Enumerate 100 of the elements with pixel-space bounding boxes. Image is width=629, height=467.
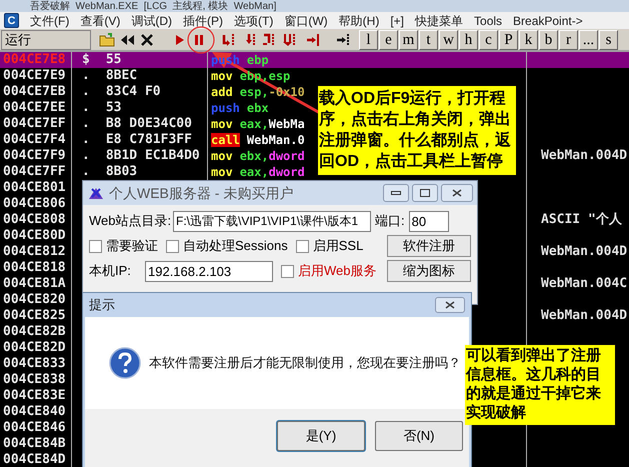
address-cell: 004CE82B (3, 324, 66, 339)
command-cell: mov eax,WebMa (211, 117, 305, 131)
window-title: 吾爱破解 WebMan.EXE [LCG 主线程, 模块 WebMan] (29, 1, 276, 12)
status-field: 运行 (1, 30, 91, 50)
hex-cell: 8BEC (106, 68, 138, 84)
address-cell: 004CE7FF (3, 164, 66, 179)
toolbar-letter-button[interactable]: P (499, 30, 518, 50)
address-cell: 004CE838 (3, 372, 66, 387)
close-button[interactable] (435, 297, 465, 313)
comment-cell: WebMan.004C (541, 276, 628, 291)
checkbox-label: 自动处理Sessions (183, 237, 288, 256)
address-cell: 004CE7F9 (3, 148, 66, 163)
toolbar-letter-button[interactable]: h (459, 30, 478, 50)
dialog-message: 本软件需要注册后才能无限制使用，您现在要注册吗？ (149, 354, 461, 372)
address-cell: 004CE820 (3, 292, 66, 307)
menu-item[interactable]: BreakPoint-> (513, 12, 583, 30)
marker-cell: . (82, 68, 90, 84)
address-cell: 004CE83E (3, 388, 66, 403)
comment-cell: WebMan.004D (541, 308, 628, 323)
minimize-icon (391, 191, 401, 195)
command-cell: mov ebx,dword (211, 149, 305, 163)
address-cell: 004CE84B (3, 436, 66, 451)
checkbox[interactable] (89, 240, 102, 252)
marker-cell: . (82, 84, 90, 100)
hex-cell: 53 (106, 100, 122, 116)
address-cell: 004CE840 (3, 404, 66, 419)
menu-item[interactable]: 帮助(H) (338, 12, 380, 30)
address-cell: 004CE808 (3, 212, 66, 227)
app-logo: C (4, 13, 19, 28)
command-cell: call WebMan.0 (211, 133, 305, 147)
menu-item[interactable]: 选项(T) (234, 12, 274, 30)
checkbox-label: 启用SSL (312, 237, 364, 256)
toolbar-letter-button[interactable]: t (419, 30, 438, 50)
comment-cell: WebMan.004D (541, 244, 628, 259)
annotation-note: 可以看到弹出了注册信息框。这几科的目的就是通过干掉它来实现破解 (465, 345, 615, 425)
checkbox[interactable] (281, 264, 294, 278)
highlight-circle (187, 26, 215, 54)
minimize-button[interactable] (383, 184, 409, 202)
annotation-note: 载入OD后F9运行，打开程序，点击右上角关闭，弹出注册弹窗。什么都别点，返回OD，点击工具栏上暂停 (318, 86, 516, 175)
toolbar-letter-button[interactable]: s (599, 30, 618, 50)
arrow-bar-icon (281, 32, 297, 48)
marker-cell: . (82, 132, 90, 148)
command-cell: mov eax,dword (211, 165, 305, 179)
folder-icon (99, 32, 115, 48)
toolbar-letter-button[interactable]: b (539, 30, 558, 50)
field-label: 端口: (375, 212, 405, 230)
menu-item[interactable]: Tools (474, 12, 502, 30)
ip-field[interactable]: 192.168.2.103 (145, 260, 273, 282)
no-button[interactable]: 否(N) (375, 421, 463, 451)
address-cell: 004CE7E9 (3, 68, 66, 83)
toolbar-letter-button[interactable]: e (379, 30, 398, 50)
marker-cell: . (82, 148, 90, 164)
menu-item[interactable]: [+] (390, 12, 404, 30)
yes-button[interactable]: 是(Y) (277, 421, 365, 451)
checkbox[interactable] (166, 240, 179, 252)
arrow-bar-icon (221, 32, 237, 48)
maximize-button[interactable] (412, 184, 438, 202)
hex-cell: 8B03 (106, 164, 138, 180)
port-field[interactable]: 80 (408, 210, 449, 232)
toolbar-letter-button[interactable]: k (519, 30, 538, 50)
menu-item[interactable]: 文件(F) (30, 12, 70, 30)
minimize-to-icon-button[interactable]: 缩为图标 (387, 260, 471, 282)
register-button[interactable]: 软件注册 (387, 235, 471, 257)
command-cell: push ebx (211, 101, 269, 115)
close-icon (445, 301, 455, 309)
menu-item[interactable]: 查看(V) (80, 12, 120, 30)
address-cell: 004CE7F4 (3, 132, 66, 147)
marker-cell: . (82, 100, 90, 116)
close-button[interactable] (441, 184, 473, 202)
menu-item[interactable]: 快捷菜单 (415, 12, 464, 30)
hex-cell: 8B1D EC1B4D0 (106, 148, 200, 164)
address-cell: 004CE81A (3, 276, 66, 291)
comment-cell: WebMan.004D (541, 148, 628, 163)
toolbar-letter-button[interactable]: w (439, 30, 458, 50)
menu-item[interactable]: 窗口(W) (284, 12, 328, 30)
address-cell: 004CE801 (3, 180, 66, 195)
address-cell: 004CE833 (3, 356, 66, 371)
directory-field[interactable]: F:\迅雷下载\VIP1\VIP1\课件\版本1 (173, 210, 371, 232)
address-cell: 004CE812 (3, 244, 66, 259)
address-cell: 004CE7EB (3, 84, 66, 99)
arrow-bar-icon (335, 32, 351, 48)
toolbar-letter-button[interactable]: l (359, 30, 378, 50)
menu-item[interactable]: 调试(D) (131, 12, 172, 30)
hex-cell: E8 C781F3FF (106, 132, 192, 148)
address-cell: 004CE806 (3, 196, 66, 211)
hex-cell: 55 (106, 52, 122, 68)
toolbar-letter-button[interactable]: ... (579, 30, 598, 50)
toolbar-letter-button[interactable]: c (479, 30, 498, 50)
arrow-bar-icon (261, 32, 277, 48)
menu-item[interactable]: 插件(P) (183, 12, 223, 30)
marker-cell: . (82, 164, 90, 180)
comment-cell: ASCII "个人 (541, 212, 622, 227)
address-cell: 004CE7EF (3, 116, 66, 131)
checkbox[interactable] (296, 240, 309, 252)
hex-cell: B8 D0E34C00 (106, 116, 192, 132)
address-cell: 004CE846 (3, 420, 66, 435)
toolbar-letter-button[interactable]: r (559, 30, 578, 50)
checkbox-label: 启用Web服务 (298, 262, 376, 280)
arrow-bar-icon (305, 32, 321, 48)
toolbar-letter-button[interactable]: m (399, 30, 418, 50)
